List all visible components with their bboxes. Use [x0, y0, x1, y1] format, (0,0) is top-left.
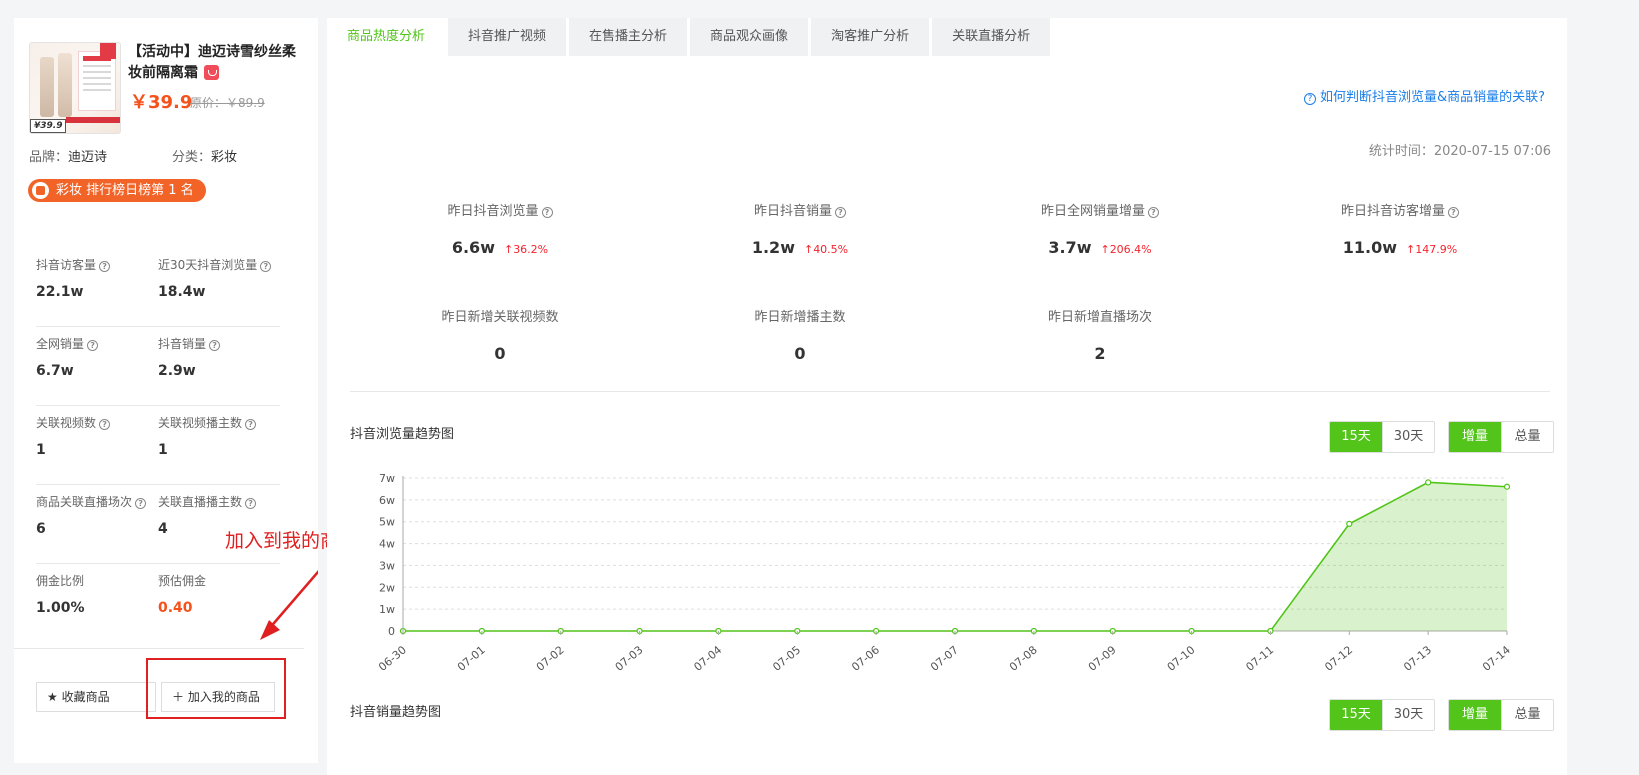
metric-change: ↑36.2%	[503, 243, 549, 256]
x-tick-label: 07-01	[455, 643, 488, 674]
range-30-button[interactable]: 30天	[1382, 422, 1434, 452]
up-arrow-icon: ↑	[503, 243, 514, 256]
metric-card: 昨日抖音访客增量? 11.0w ↑147.9%	[1250, 200, 1550, 257]
x-tick-label: 07-09	[1086, 643, 1119, 674]
x-tick-label: 07-04	[692, 643, 725, 674]
metric-value: 0	[494, 344, 506, 363]
metric-card: 昨日新增播主数 0	[650, 306, 950, 363]
question-icon[interactable]: ?	[541, 207, 553, 218]
metric-value: 0	[794, 344, 806, 363]
tab-2[interactable]: 抖音推广视频	[448, 18, 567, 56]
y-tick-label: 3w	[379, 559, 395, 572]
x-tick-label: 07-10	[1165, 643, 1198, 674]
total-button[interactable]: 总量	[1501, 422, 1553, 452]
chart2-range-toggle: 15天 30天	[1329, 699, 1435, 731]
metric-value: 2	[1094, 344, 1106, 363]
question-icon[interactable]: ?	[1148, 207, 1159, 218]
data-point[interactable]	[1425, 479, 1432, 486]
x-tick-label: 07-08	[1007, 643, 1040, 674]
total-button-2[interactable]: 总量	[1501, 700, 1553, 730]
tab-4[interactable]: 商品观众画像	[690, 18, 809, 56]
y-tick-label: 7w	[379, 472, 395, 485]
range-15-button-2[interactable]: 15天	[1330, 700, 1382, 730]
metric-card: 昨日抖音浏览量? 6.6w ↑36.2%	[350, 200, 650, 257]
metric-card: 昨日全网销量增量? 3.7w ↑206.4%	[950, 200, 1250, 257]
metric-card: 昨日抖音销量? 1.2w ↑40.5%	[650, 200, 950, 257]
tab-5[interactable]: 淘客推广分析	[811, 18, 930, 56]
up-arrow-icon: ↑	[1406, 243, 1416, 256]
x-tick-label: 07-05	[770, 643, 803, 674]
range-30-button-2[interactable]: 30天	[1382, 700, 1434, 730]
x-tick-label: 07-03	[613, 643, 646, 674]
x-tick-label: 07-11	[1244, 643, 1277, 674]
chart1-range-toggle: 15天 30天	[1329, 421, 1435, 453]
x-tick-label: 07-07	[928, 643, 961, 674]
metric-label: 昨日抖音访客增量?	[1250, 200, 1550, 219]
chart1-mode-toggle: 增量 总量	[1448, 421, 1554, 453]
metric-label: 昨日全网销量增量?	[950, 200, 1250, 219]
metric-change: ↑206.4%	[1100, 243, 1152, 256]
views-trend-chart: 0 1w 2w 3w 4w 5w 6w 7w 06-30 07-01 07-02 07-03 07-04…	[376, 472, 1513, 674]
x-tick-label: 07-14	[1480, 643, 1513, 674]
question-icon[interactable]: ?	[1448, 207, 1459, 218]
metric-change: ↑147.9%	[1406, 243, 1458, 256]
tab-bar: 商品热度分析 抖音推广视频 在售播主分析 商品观众画像 淘客推广分析 关联直播分析	[327, 18, 1053, 56]
metric-card: 昨日新增关联视频数 0	[350, 306, 650, 363]
metric-change: ↑40.5%	[803, 243, 849, 256]
analysis-panel: 商品热度分析 抖音推广视频 在售播主分析 商品观众画像 淘客推广分析 关联直播分析 ? 如何…	[327, 18, 1567, 775]
up-arrow-icon: ↑	[1100, 243, 1110, 256]
y-tick-label: 1w	[379, 603, 395, 616]
chart2-mode-toggle: 增量 总量	[1448, 699, 1554, 731]
metric-label: 昨日抖音浏览量?	[350, 200, 650, 219]
metric-label: 昨日新增关联视频数	[441, 310, 559, 325]
tab-3[interactable]: 在售播主分析	[569, 18, 688, 56]
y-tick-label: 5w	[379, 516, 395, 529]
metric-card: 昨日新增直播场次 2	[950, 306, 1250, 363]
tab-6[interactable]: 关联直播分析	[932, 18, 1051, 56]
metric-value: 6.6w ↑36.2%	[451, 238, 549, 257]
up-arrow-icon: ↑	[803, 243, 814, 256]
y-tick-label: 4w	[379, 538, 395, 551]
x-tick-label: 07-13	[1401, 643, 1434, 674]
help-link[interactable]: ? 如何判断抖音浏览量&商品销量的关联?	[1303, 86, 1545, 105]
y-tick-label: 6w	[379, 494, 395, 507]
data-point[interactable]	[1503, 483, 1511, 490]
x-tick-label: 07-02	[534, 643, 567, 674]
metric-label: 昨日新增播主数	[754, 310, 846, 325]
tab-1[interactable]: 商品热度分析	[327, 18, 446, 56]
section-divider	[350, 391, 1550, 392]
product-panel: ¥39.9 【活动中】迪迈诗雪纱丝柔妆前隔离霜 ￥39.9 原价：￥89.9 品…	[14, 18, 358, 763]
metric-label: 昨日抖音销量?	[650, 200, 950, 219]
chart1-title: 抖音浏览量趋势图	[350, 427, 455, 442]
x-tick-label: 07-06	[849, 643, 882, 674]
annotation-arrow	[260, 569, 318, 640]
metric-value: 1.2w ↑40.5%	[751, 238, 849, 257]
metric-value: 3.7w ↑206.4%	[1048, 238, 1152, 257]
x-tick-label: 07-12	[1322, 643, 1355, 674]
range-15-button[interactable]: 15天	[1330, 422, 1382, 452]
question-icon: ?	[1303, 93, 1316, 105]
x-tick-label: 06-30	[376, 643, 409, 674]
chart2-title: 抖音销量趋势图	[350, 705, 442, 720]
question-icon[interactable]: ?	[835, 207, 846, 218]
stat-time: 统计时间：2020-07-15 07:06	[1368, 144, 1551, 159]
metric-value: 11.0w ↑147.9%	[1342, 238, 1458, 257]
increment-button[interactable]: 增量	[1449, 422, 1501, 452]
y-tick-label: 2w	[379, 581, 395, 594]
increment-button-2[interactable]: 增量	[1449, 700, 1501, 730]
metric-label: 昨日新增直播场次	[1047, 310, 1152, 325]
data-point[interactable]	[1346, 520, 1353, 528]
y-tick-label: 0	[388, 625, 395, 638]
